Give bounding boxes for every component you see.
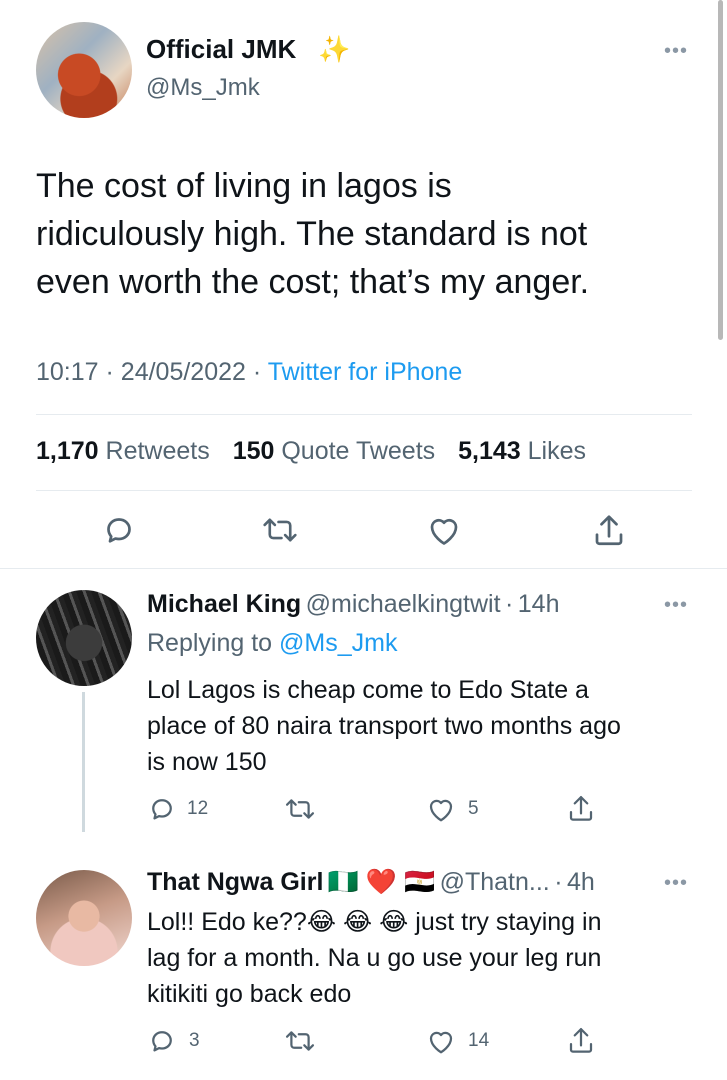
more-options-icon[interactable]: ••• [664, 40, 688, 63]
tweet-client-link[interactable]: Twitter for iPhone [268, 358, 463, 386]
reply-text-line: kitikiti go back edo [147, 980, 352, 1008]
likes-count: 5,143 [458, 437, 521, 465]
heart-icon [430, 518, 458, 545]
reply-time[interactable]: 14h [518, 590, 560, 618]
like-count: 5 [468, 798, 479, 819]
tweet-text-line: ridiculously high. The standard is not [36, 215, 588, 253]
divider [36, 490, 692, 491]
reply-text: Lol!! Edo ke??😂 😂 😂 just try staying in … [147, 904, 707, 1012]
retweet-icon [285, 1031, 315, 1051]
tweet-meta: 10:17 · 24/05/2022 · Twitter for iPhone [36, 358, 462, 387]
heart-icon [429, 1031, 453, 1054]
reply-author-name[interactable]: That Ngwa Girl [147, 868, 323, 896]
engagement-stats: 1,170 Retweets 150 Quote Tweets 5,143 Li… [36, 437, 594, 466]
reply-text: Lol Lagos is cheap come to Edo State a p… [147, 672, 707, 780]
share-icon [569, 1028, 593, 1053]
reply-text-line: is now 150 [147, 748, 267, 776]
scrollbar[interactable] [718, 0, 723, 340]
reply-author-handle[interactable]: @michaelkingtwit [306, 590, 501, 618]
reply-button[interactable] [101, 512, 137, 548]
reply-count: 3 [189, 1030, 200, 1051]
tweet-text-line: even worth the cost; that’s my anger. [36, 263, 590, 301]
retweet-icon [263, 518, 297, 542]
replying-to: Replying to @Ms_Jmk [147, 629, 397, 658]
thread-line [82, 692, 85, 832]
meta-separator: · [504, 590, 514, 618]
meta-separator: · [554, 868, 563, 896]
retweets-stat[interactable]: 1,170 Retweets [36, 437, 214, 465]
share-button[interactable] [566, 1025, 596, 1057]
tweet-text-line: The cost of living in lagos is [36, 167, 452, 205]
divider [36, 414, 692, 415]
reply-avatar[interactable] [36, 870, 132, 966]
retweet-button[interactable] [284, 794, 316, 824]
meta-separator: · [252, 358, 268, 386]
reply-avatar[interactable] [36, 590, 132, 686]
reply-text-line: lag for a month. Na u go use your leg ru… [147, 944, 602, 972]
reply-text-line: place of 80 naira transport two months a… [147, 712, 621, 740]
reply-text-line: Lol Lagos is cheap come to Edo State a [147, 676, 589, 704]
like-button[interactable] [426, 513, 462, 547]
quotes-label: Quote Tweets [281, 437, 436, 465]
share-button[interactable] [591, 512, 627, 550]
replying-to-handle[interactable]: @Ms_Jmk [279, 629, 397, 657]
more-options-icon[interactable]: ••• [664, 594, 688, 617]
name-emojis: 🇳🇬 ❤️ 🇪🇬 [327, 868, 436, 896]
replying-to-label: Replying to [147, 629, 273, 657]
reply-count: 12 [187, 798, 209, 819]
more-options-icon[interactable]: ••• [664, 872, 688, 895]
author-handle[interactable]: @Ms_Jmk [146, 74, 260, 102]
meta-separator: · [105, 358, 121, 386]
likes-label: Likes [527, 437, 586, 465]
reply-reply-button[interactable]: 3 [147, 1026, 200, 1056]
like-count: 14 [468, 1030, 490, 1051]
tweet-text: The cost of living in lagos is ridiculou… [36, 162, 696, 306]
retweets-label: Retweets [105, 437, 210, 465]
retweet-icon [285, 799, 315, 819]
reply-header: Michael King @michaelkingtwit · 14h [147, 590, 559, 619]
likes-stat[interactable]: 5,143 Likes [458, 437, 590, 465]
author-avatar[interactable] [36, 22, 132, 118]
author-name[interactable]: Official JMK [146, 34, 296, 65]
divider [0, 568, 727, 569]
retweet-button[interactable] [261, 512, 299, 548]
tweet-time[interactable]: 10:17 [36, 358, 99, 386]
reply-header: That Ngwa Girl 🇳🇬 ❤️ 🇪🇬 @Thatn... · 4h [147, 868, 595, 897]
share-icon [595, 515, 623, 546]
share-button[interactable] [566, 793, 596, 825]
reply-author-handle[interactable]: @Thatn... [440, 868, 550, 896]
retweet-button[interactable] [284, 1026, 316, 1056]
retweets-count: 1,170 [36, 437, 99, 465]
quotes-stat[interactable]: 150 Quote Tweets [233, 437, 439, 465]
like-button[interactable]: 14 [426, 1027, 489, 1055]
sparkle-badge-icon: ✨ [318, 34, 351, 64]
reply-icon [107, 518, 131, 543]
reply-icon [152, 799, 172, 820]
reply-author-name[interactable]: Michael King [147, 590, 301, 618]
reply-reply-button[interactable]: 12 [147, 794, 208, 824]
reply-time[interactable]: 4h [567, 868, 595, 896]
tweet-date[interactable]: 24/05/2022 [121, 358, 246, 386]
reply-icon [152, 1031, 172, 1052]
quotes-count: 150 [232, 437, 275, 465]
share-icon [569, 796, 593, 821]
reply-text-line: Lol!! Edo ke??😂 😂 😂 just try staying in [147, 908, 602, 936]
heart-icon [429, 799, 453, 822]
like-button[interactable]: 5 [426, 795, 479, 823]
